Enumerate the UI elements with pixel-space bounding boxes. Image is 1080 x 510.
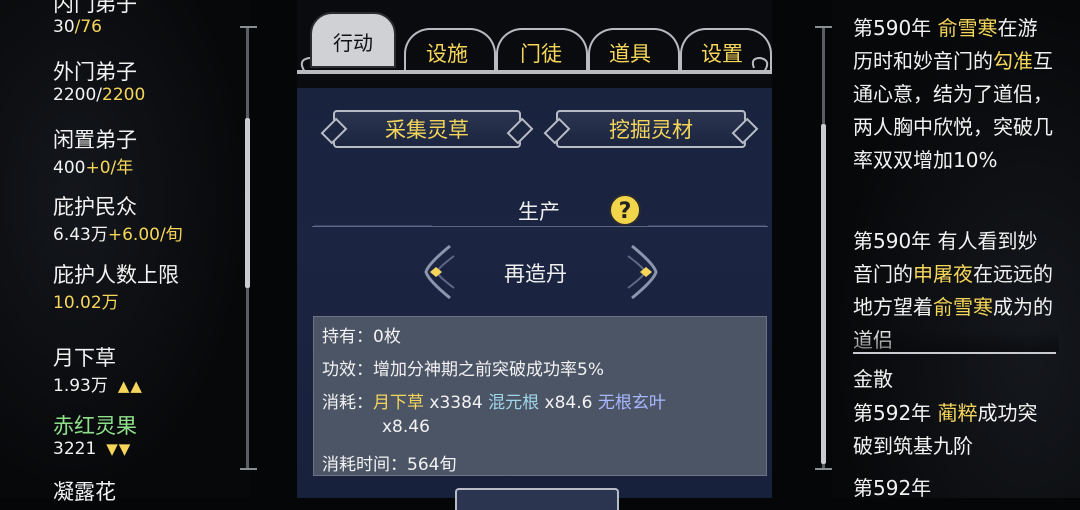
inner-disciples-label: 内门弟子 <box>53 0 137 16</box>
log-fade <box>849 330 1059 352</box>
tab-items[interactable]: 道具 <box>609 38 651 68</box>
item-time: 消耗时间：564旬 <box>322 455 457 475</box>
protected-people-label: 庇护民众 <box>53 195 137 219</box>
dig-materials-button[interactable]: 挖掘灵材 <box>556 110 746 148</box>
help-icon[interactable]: ? <box>609 194 641 226</box>
item-name: 再造丹 <box>504 262 567 286</box>
protect-limit-value: 10.02万 <box>53 293 119 313</box>
inner-disciples-value: 30/76 <box>53 17 102 37</box>
tab-baseline <box>297 70 772 74</box>
gather-herbs-button[interactable]: 采集灵草 <box>333 110 521 148</box>
material-name: 无根玄叶 <box>597 393 666 413</box>
character-name: 俞雪寒 <box>937 16 998 40</box>
outer-disciples-value: 2200/2200 <box>53 85 146 105</box>
item-effect: 功效：增加分神期之前突破成功率5% <box>322 360 604 380</box>
herb-redfruit-value: 3221 ▼▼ <box>53 439 132 459</box>
item-cost: 消耗：月下草 x3384 混元根 x84.6 无根玄叶 <box>322 393 666 413</box>
herb-moonlight-value: 1.93万 ▲▲ <box>53 376 143 396</box>
tab-facilities[interactable]: 设施 <box>426 38 468 68</box>
log-entry: 第592年 <box>853 476 932 500</box>
craft-button[interactable] <box>455 488 619 510</box>
trend-down-icon: ▼▼ <box>106 440 132 458</box>
material-name: 月下草 <box>373 393 424 413</box>
log-entry: 第592年 蔺粹成功突破到筑基九阶 <box>853 401 1038 458</box>
log-entry: 第590年 俞雪寒在游历时和妙音门的勾准互通心意，结为了道侣，两人胸中欣悦，突破… <box>853 16 1053 172</box>
character-name: 俞雪寒 <box>933 295 993 319</box>
log-divider <box>853 352 1056 354</box>
tab-action[interactable]: 行动 <box>310 12 396 68</box>
item-owned: 持有：0枚 <box>322 327 401 347</box>
character-name: 勾准 <box>993 49 1033 73</box>
prev-item-arrow-icon[interactable] <box>420 244 460 300</box>
outer-disciples-label: 外门弟子 <box>53 60 137 84</box>
section-divider <box>312 226 768 227</box>
idle-disciples-value: 400+0/年 <box>53 158 134 178</box>
log-entry-tail: 金散 <box>853 367 893 391</box>
left-scrollbar-thumb[interactable] <box>245 118 250 288</box>
item-cost-continued: x8.46 <box>382 417 430 437</box>
trend-up-icon: ▲▲ <box>117 377 143 395</box>
tab-settings[interactable]: 设置 <box>701 38 743 68</box>
material-name: 混元根 <box>488 393 540 413</box>
tab-disciples[interactable]: 门徒 <box>520 38 562 68</box>
herb-moonlight-label: 月下草 <box>53 346 116 370</box>
center-scrollbar-thumb[interactable] <box>821 124 826 464</box>
character-name: 蔺粹 <box>937 401 978 425</box>
idle-disciples-label: 闲置弟子 <box>53 128 137 152</box>
herb-dewflower-label: 凝露花 <box>53 480 116 504</box>
protect-limit-label: 庇护人数上限 <box>53 263 179 287</box>
left-scroll-cap-bottom <box>240 468 257 470</box>
right-scroll-cap-bottom <box>815 468 832 470</box>
protected-people-value: 6.43万+6.00/旬 <box>53 225 183 245</box>
next-item-arrow-icon[interactable] <box>622 244 662 300</box>
herb-redfruit-label: 赤红灵果 <box>53 414 137 438</box>
character-name: 申屠夜 <box>913 262 973 286</box>
production-section-title: 生产 <box>518 200 560 224</box>
